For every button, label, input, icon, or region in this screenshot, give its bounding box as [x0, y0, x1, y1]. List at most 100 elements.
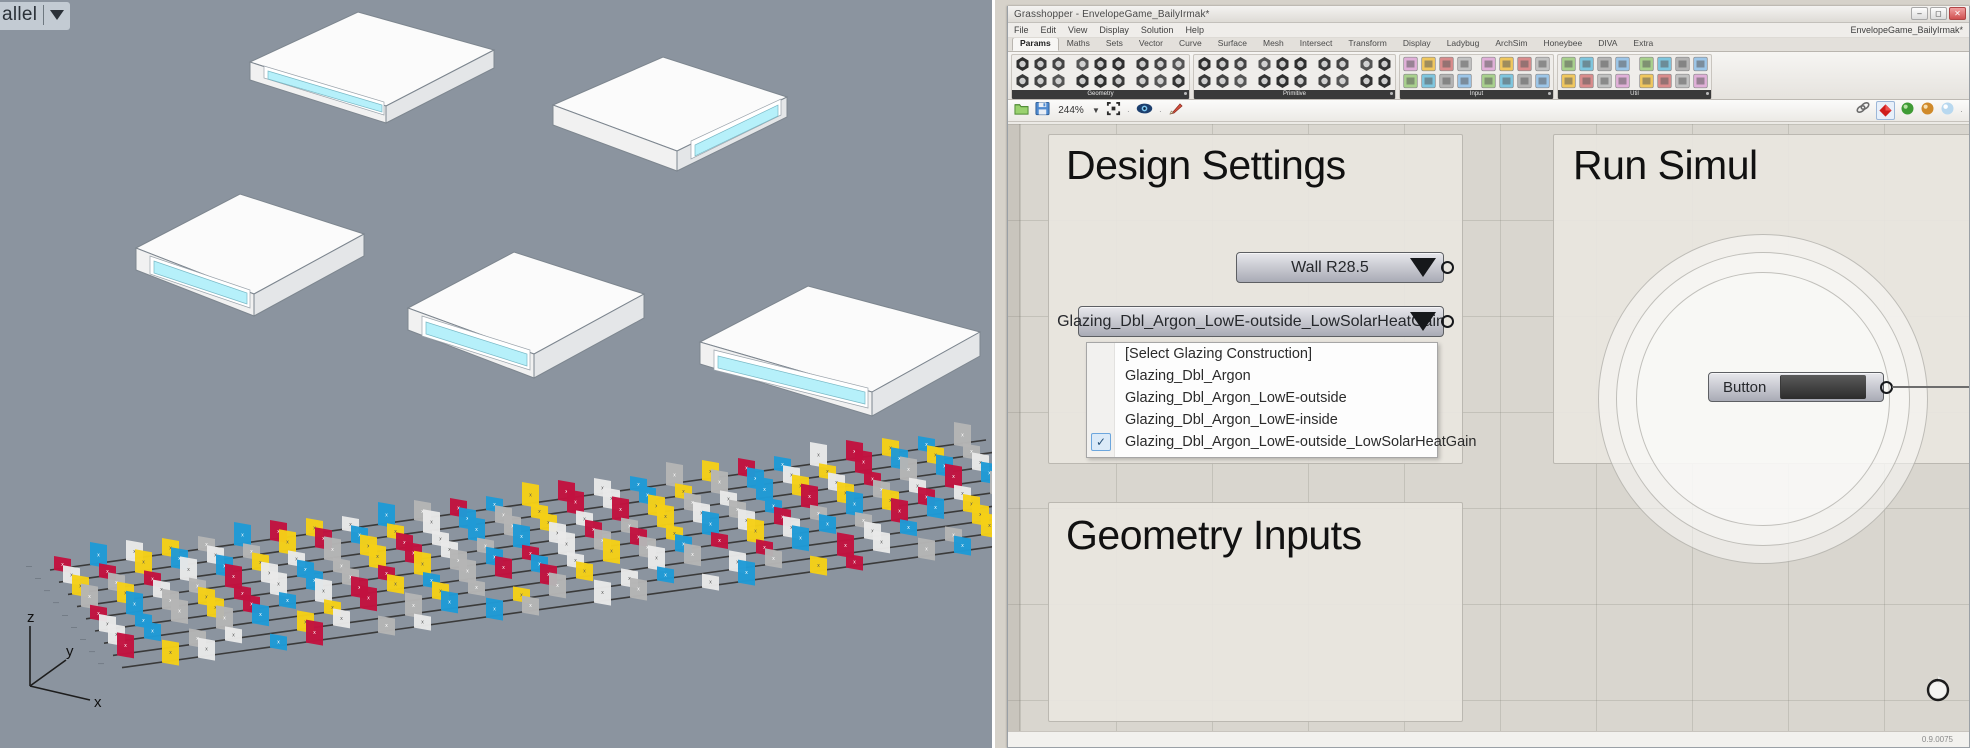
ribbon-icon[interactable] — [1578, 73, 1595, 89]
menu-item-solution[interactable]: Solution — [1141, 25, 1174, 35]
ribbon-icon[interactable] — [1110, 73, 1127, 89]
menu-item-file[interactable]: File — [1014, 25, 1029, 35]
ribbon-icon[interactable] — [1256, 73, 1273, 89]
ribbon-icon[interactable] — [1456, 73, 1473, 89]
triangle-down-icon[interactable] — [1410, 258, 1436, 277]
ribbon-icon[interactable] — [1152, 56, 1169, 72]
ribbon-group-util[interactable]: Util — [1557, 54, 1712, 99]
ribbon-icon[interactable] — [1014, 73, 1031, 89]
chevron-down-icon[interactable] — [50, 10, 65, 20]
ribbon-icon[interactable] — [1134, 73, 1151, 89]
ribbon-icon[interactable] — [1032, 56, 1049, 72]
ribbon-icon[interactable] — [1014, 56, 1031, 72]
ribbon-icon[interactable] — [1516, 73, 1533, 89]
ribbon-icon[interactable] — [1516, 56, 1533, 72]
menu-item-edit[interactable]: Edit — [1041, 25, 1057, 35]
maximize-button[interactable]: ◻ — [1930, 7, 1947, 20]
ribbon-icon[interactable] — [1334, 56, 1351, 72]
tab-diva[interactable]: DIVA — [1590, 37, 1625, 51]
component-tabs[interactable]: Params Maths Sets Vector Curve Surface Mesh Int… — [1008, 36, 1969, 52]
zoom-extents-icon[interactable] — [1106, 101, 1121, 121]
tab-display[interactable]: Display — [1395, 37, 1439, 51]
component-ribbon[interactable]: Geometry Primitive Input Util — [1008, 52, 1969, 100]
ribbon-group-primitive[interactable]: Primitive — [1193, 54, 1396, 99]
dropdown-item-list[interactable]: [Select Glazing Construction] Glazing_Dbl… — [1087, 343, 1476, 453]
viewport-label[interactable]: allel — [0, 2, 71, 30]
amber-sphere-icon[interactable] — [1920, 101, 1935, 121]
ribbon-icon[interactable] — [1534, 73, 1551, 89]
ribbon-icon[interactable] — [1074, 73, 1091, 89]
refresh-icon[interactable] — [1923, 674, 1953, 709]
ribbon-icon[interactable] — [1292, 73, 1309, 89]
rhino-viewport[interactable]: xxxxxxxxxxxxxxxxxxxxxxxxxxxxxxxxxxxxxxxx… — [0, 0, 995, 748]
ribbon-icon[interactable] — [1498, 73, 1515, 89]
menu-item-view[interactable]: View — [1068, 25, 1087, 35]
ribbon-icon[interactable] — [1560, 73, 1577, 89]
ribbon-icon[interactable] — [1638, 56, 1655, 72]
glazing-output-port[interactable] — [1441, 315, 1454, 328]
ribbon-icon[interactable] — [1050, 73, 1067, 89]
ribbon-icon[interactable] — [1032, 73, 1049, 89]
ribbon-icon[interactable] — [1256, 56, 1273, 72]
tab-curve[interactable]: Curve — [1171, 37, 1210, 51]
ribbon-icon[interactable] — [1456, 56, 1473, 72]
ribbon-icon[interactable] — [1170, 73, 1187, 89]
grasshopper-canvas[interactable]: Design Settings Run Simul Geometry Input… — [1008, 124, 1969, 731]
dropdown-item[interactable]: Glazing_Dbl_Argon — [1087, 365, 1437, 387]
ribbon-icon[interactable] — [1578, 56, 1595, 72]
ribbon-group-input[interactable]: Input — [1399, 54, 1554, 99]
run-button-press-area[interactable] — [1780, 375, 1867, 399]
ribbon-icon[interactable] — [1674, 73, 1691, 89]
grasshopper-window[interactable]: Grasshopper - EnvelopeGame_BailyIrmak* –… — [1007, 6, 1970, 748]
minimize-button[interactable]: – — [1911, 7, 1928, 20]
ribbon-icon[interactable] — [1674, 56, 1691, 72]
ribbon-icon[interactable] — [1596, 56, 1613, 72]
ribbon-icon[interactable] — [1376, 56, 1393, 72]
ribbon-icon[interactable] — [1402, 73, 1419, 89]
ribbon-icon[interactable] — [1438, 56, 1455, 72]
ribbon-icon[interactable] — [1420, 56, 1437, 72]
ribbon-icon[interactable] — [1196, 73, 1213, 89]
menu-item-help[interactable]: Help — [1185, 25, 1204, 35]
eye-icon[interactable] — [1136, 102, 1153, 120]
unlock-folder-icon[interactable] — [1014, 101, 1029, 121]
ribbon-icon[interactable] — [1152, 73, 1169, 89]
ribbon-icon[interactable] — [1334, 73, 1351, 89]
canvas-toolbar[interactable]: 244% ▼ · · · — [1008, 100, 1969, 122]
ribbon-icon[interactable] — [1420, 73, 1437, 89]
component-wall-value-list[interactable]: Wall R28.5 — [1236, 252, 1454, 283]
tab-archsim[interactable]: ArchSim — [1487, 37, 1535, 51]
ribbon-icon[interactable] — [1274, 56, 1291, 72]
wall-output-port[interactable] — [1441, 261, 1454, 274]
ribbon-icon[interactable] — [1232, 56, 1249, 72]
ribbon-icon[interactable] — [1214, 56, 1231, 72]
ribbon-icon[interactable] — [1498, 56, 1515, 72]
ribbon-icon[interactable] — [1274, 73, 1291, 89]
link-icon[interactable] — [1855, 100, 1871, 121]
grasshopper-titlebar[interactable]: Grasshopper - EnvelopeGame_BailyIrmak* –… — [1008, 6, 1969, 23]
ribbon-group-geometry[interactable]: Geometry — [1011, 54, 1190, 99]
save-icon[interactable] — [1035, 101, 1050, 121]
component-run-button[interactable]: Button — [1708, 372, 1893, 402]
ribbon-group-overflow-dot[interactable] — [1390, 92, 1393, 95]
ribbon-icon[interactable] — [1614, 56, 1631, 72]
ribbon-icon[interactable] — [1438, 73, 1455, 89]
triangle-down-icon[interactable] — [1410, 312, 1436, 331]
red-sphere-icon[interactable] — [1876, 101, 1895, 120]
tab-mesh[interactable]: Mesh — [1255, 37, 1292, 51]
component-glazing-value-list[interactable]: Glazing_Dbl_Argon_LowE-outside_LowSolarH… — [1057, 306, 1454, 337]
ribbon-icon[interactable] — [1214, 73, 1231, 89]
ribbon-icon[interactable] — [1376, 73, 1393, 89]
tab-intersect[interactable]: Intersect — [1292, 37, 1341, 51]
ribbon-icon[interactable] — [1656, 56, 1673, 72]
ribbon-icon[interactable] — [1596, 73, 1613, 89]
ribbon-group-overflow-dot[interactable] — [1548, 92, 1551, 95]
dropdown-item[interactable]: Glazing_Dbl_Argon_LowE-outside — [1087, 387, 1437, 409]
paintbrush-icon[interactable] — [1168, 101, 1184, 121]
ribbon-icon[interactable] — [1402, 56, 1419, 72]
ribbon-icon[interactable] — [1134, 56, 1151, 72]
menu-bar[interactable]: File Edit View Display Solution Help Env… — [1008, 23, 1969, 38]
ribbon-icon[interactable] — [1534, 56, 1551, 72]
ribbon-icon[interactable] — [1196, 56, 1213, 72]
menu-item-display[interactable]: Display — [1099, 25, 1129, 35]
